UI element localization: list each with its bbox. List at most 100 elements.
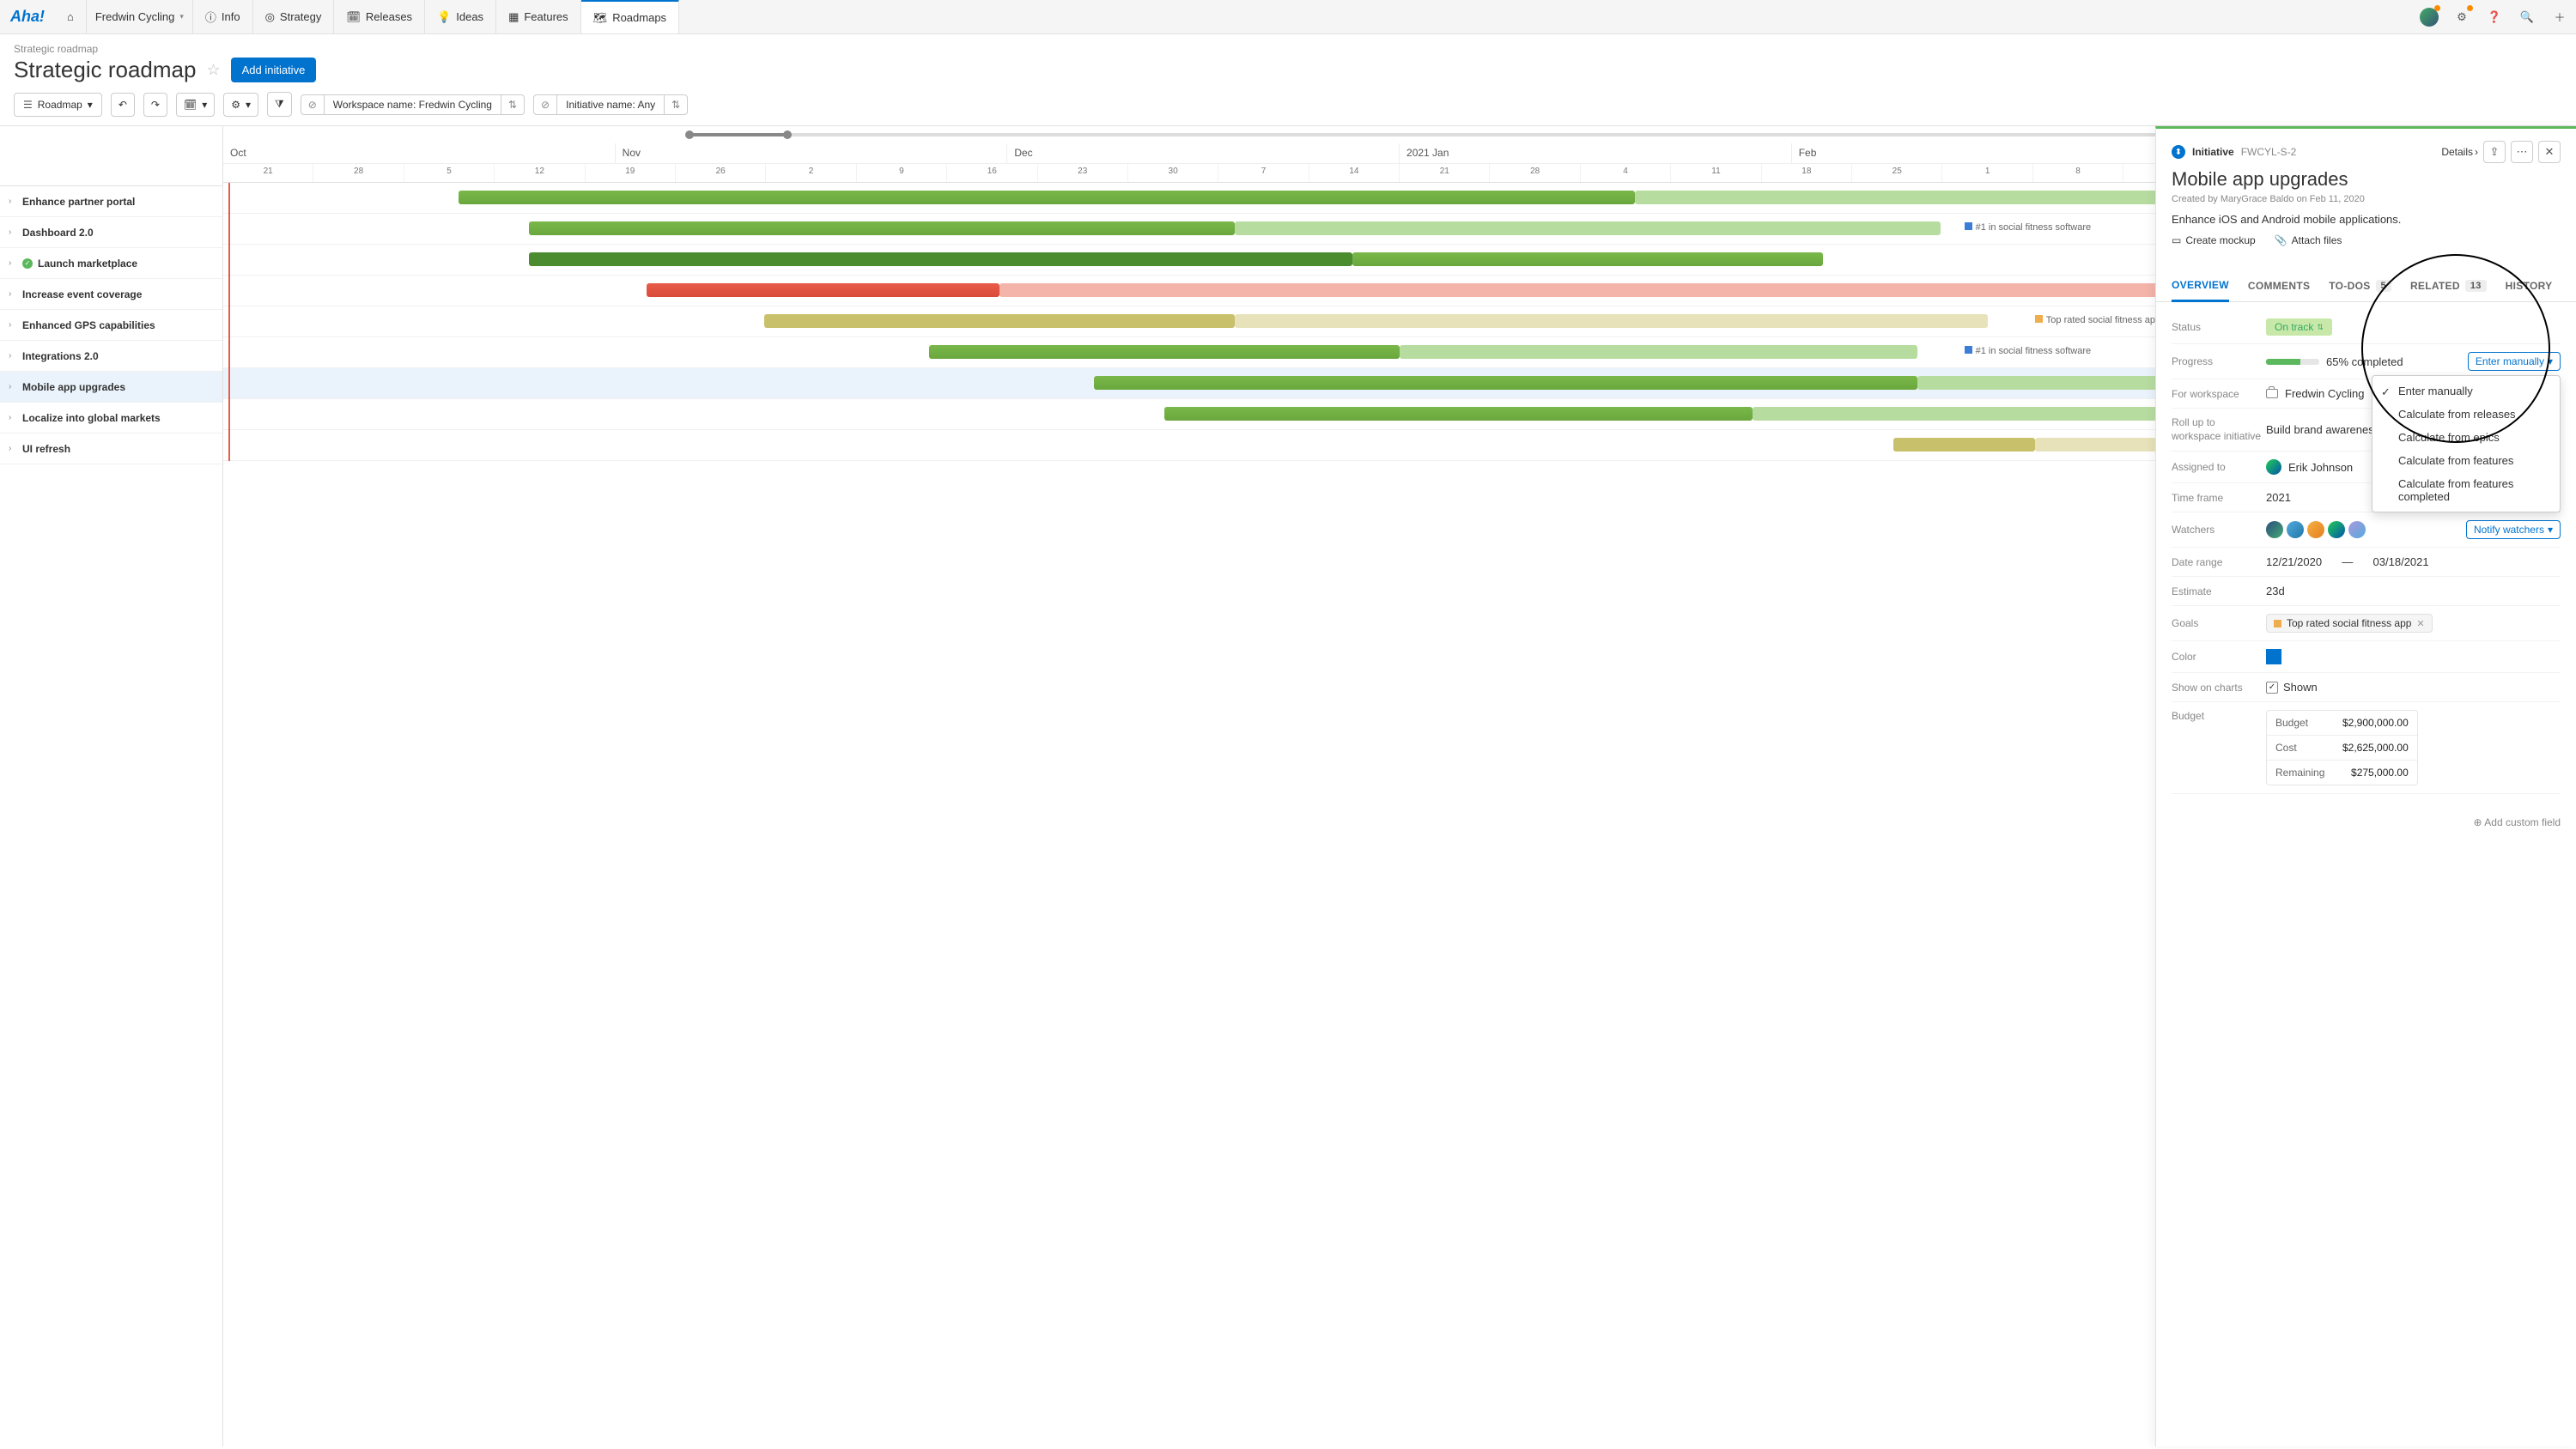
- workspace-name: Fredwin Cycling: [95, 10, 174, 23]
- list-icon: ☰: [23, 99, 33, 111]
- initiative-item[interactable]: ›Dashboard 2.0: [0, 217, 222, 248]
- remove-filter-icon[interactable]: ⊘: [534, 95, 557, 114]
- more-icon: ⋯: [2517, 145, 2528, 159]
- add-custom-field[interactable]: ⊕ Add custom field: [2156, 803, 2576, 842]
- field-estimate[interactable]: Estimate 23d: [2172, 577, 2561, 606]
- initiative-item[interactable]: ›Integrations 2.0: [0, 341, 222, 372]
- share-button[interactable]: ⇪: [2483, 141, 2506, 163]
- record-ref[interactable]: FWCYL-S-2: [2241, 146, 2297, 158]
- caret-down-icon: ▾: [179, 12, 184, 21]
- checkbox-icon[interactable]: ✓: [2266, 682, 2278, 694]
- logo[interactable]: Aha!: [0, 0, 55, 33]
- favorite-star-icon[interactable]: ☆: [206, 61, 220, 79]
- progress-mode-menu: ✓Enter manuallyCalculate from releasesCa…: [2372, 375, 2561, 512]
- dropdown-option[interactable]: Calculate from releases: [2372, 403, 2560, 426]
- dropdown-option[interactable]: Calculate from features: [2372, 449, 2560, 472]
- assignee-avatar: [2266, 459, 2281, 475]
- field-show-charts[interactable]: Show on charts ✓Shown: [2172, 673, 2561, 702]
- nav-releases[interactable]: 🗓Releases: [334, 0, 425, 33]
- undo-button[interactable]: ↶: [111, 93, 135, 117]
- main-content: ›Enhance partner portal›Dashboard 2.0›✓L…: [0, 126, 2576, 1446]
- initiative-item[interactable]: ›Localize into global markets: [0, 403, 222, 433]
- roadmap-dropdown[interactable]: ☰Roadmap▾: [14, 93, 102, 117]
- home-nav[interactable]: ⌂: [55, 0, 87, 33]
- close-button[interactable]: ✕: [2538, 141, 2561, 163]
- caret-icon[interactable]: ⇅: [664, 95, 687, 114]
- color-swatch[interactable]: [2266, 649, 2281, 664]
- initiative-item[interactable]: ›Increase event coverage: [0, 279, 222, 310]
- target-icon: ◎: [265, 10, 275, 24]
- on-track-icon: ✓: [22, 258, 33, 269]
- settings-button[interactable]: ⚙▾: [223, 93, 258, 117]
- initiative-item[interactable]: ›Enhance partner portal: [0, 186, 222, 217]
- field-color[interactable]: Color: [2172, 641, 2561, 673]
- details-link[interactable]: Details ›: [2441, 146, 2478, 158]
- gear-icon: ⚙: [231, 99, 240, 111]
- page-title: Strategic roadmap: [14, 57, 196, 83]
- progress-text: 65% completed: [2326, 355, 2403, 368]
- more-button[interactable]: ⋯: [2511, 141, 2533, 163]
- notify-watchers-button[interactable]: Notify watchers▾: [2466, 520, 2561, 539]
- attach-files-action[interactable]: 📎Attach files: [2275, 234, 2342, 246]
- initiative-item[interactable]: ›Enhanced GPS capabilities: [0, 310, 222, 341]
- dropdown-option[interactable]: Calculate from epics: [2372, 426, 2560, 449]
- date-button[interactable]: 🗓▾: [176, 93, 215, 117]
- description[interactable]: Enhance iOS and Android mobile applicati…: [2172, 213, 2561, 226]
- mockup-icon: ▭: [2172, 234, 2181, 246]
- dropdown-option[interactable]: Calculate from features completed: [2372, 472, 2560, 508]
- settings-button[interactable]: ⚙: [2445, 0, 2478, 33]
- redo-button[interactable]: ↷: [143, 93, 167, 117]
- nav-strategy[interactable]: ◎Strategy: [253, 0, 335, 33]
- add-button[interactable]: ＋: [2543, 0, 2576, 33]
- remove-filter-icon[interactable]: ⊘: [301, 95, 325, 114]
- field-daterange[interactable]: Date range 12/21/2020 — 03/18/2021: [2172, 548, 2561, 577]
- status-pill[interactable]: On track⇅: [2266, 318, 2332, 336]
- tab-history[interactable]: HISTORY: [2506, 270, 2553, 301]
- help-icon: ❓: [2488, 10, 2501, 24]
- breadcrumb[interactable]: Strategic roadmap: [14, 43, 2562, 55]
- create-mockup-action[interactable]: ▭Create mockup: [2172, 234, 2256, 246]
- watcher-avatars[interactable]: [2266, 521, 2366, 538]
- chevron-right-icon: ›: [9, 258, 17, 268]
- add-initiative-button[interactable]: Add initiative: [231, 58, 317, 82]
- filter-workspace: ⊘Workspace name: Fredwin Cycling⇅: [301, 94, 525, 115]
- tab-overview[interactable]: OVERVIEW: [2172, 270, 2229, 302]
- filter-initiative: ⊘Initiative name: Any⇅: [533, 94, 688, 115]
- filter-button[interactable]: ⧩: [267, 92, 292, 117]
- top-nav: Aha! ⌂ Fredwin Cycling▾ ⓘInfo ◎Strategy …: [0, 0, 2576, 34]
- caret-down-icon: ▾: [202, 99, 207, 111]
- chevron-right-icon: ›: [9, 197, 17, 206]
- workspace-icon: [2266, 389, 2278, 398]
- avatar-menu[interactable]: [2413, 0, 2445, 33]
- page-header: Strategic roadmap Strategic roadmap ☆ Ad…: [0, 34, 2576, 83]
- initiative-item[interactable]: ›Mobile app upgrades: [0, 372, 222, 403]
- nav-ideas[interactable]: 💡Ideas: [425, 0, 496, 33]
- tab-todos[interactable]: TO-DOS5: [2329, 270, 2391, 301]
- tab-comments[interactable]: COMMENTS: [2248, 270, 2310, 301]
- progress-mode-dropdown[interactable]: Enter manually▾: [2468, 352, 2561, 371]
- budget-row: Cost$2,625,000.00: [2267, 736, 2417, 761]
- roadmap-icon: 🗺: [593, 11, 608, 25]
- dropdown-option[interactable]: ✓Enter manually: [2372, 379, 2560, 403]
- nav-roadmaps[interactable]: 🗺Roadmaps: [581, 0, 679, 33]
- progress-bar: [2266, 359, 2319, 365]
- home-icon: ⌂: [67, 10, 74, 23]
- chevron-right-icon: ›: [9, 444, 17, 453]
- field-goals[interactable]: Goals Top rated social fitness app✕: [2172, 606, 2561, 641]
- record-type: Initiative: [2192, 146, 2234, 158]
- budget-table: Budget$2,900,000.00Cost$2,625,000.00Rema…: [2266, 710, 2418, 785]
- help-button[interactable]: ❓: [2478, 0, 2511, 33]
- initiative-item[interactable]: ›✓Launch marketplace: [0, 248, 222, 279]
- nav-info[interactable]: ⓘInfo: [193, 0, 253, 33]
- nav-features[interactable]: ▦Features: [496, 0, 581, 33]
- goal-chip[interactable]: Top rated social fitness app✕: [2266, 614, 2433, 633]
- caret-down-icon: ▾: [88, 99, 93, 111]
- tab-related[interactable]: RELATED13: [2410, 270, 2487, 301]
- caret-icon[interactable]: ⇅: [501, 95, 524, 114]
- search-button[interactable]: 🔍: [2511, 0, 2543, 33]
- remove-icon[interactable]: ✕: [2416, 618, 2424, 629]
- workspace-selector[interactable]: Fredwin Cycling ▾: [87, 0, 193, 33]
- panel-title[interactable]: Mobile app upgrades: [2172, 168, 2561, 191]
- initiative-item[interactable]: ›UI refresh: [0, 433, 222, 464]
- created-meta: Created by MaryGrace Baldo on Feb 11, 20…: [2172, 194, 2561, 204]
